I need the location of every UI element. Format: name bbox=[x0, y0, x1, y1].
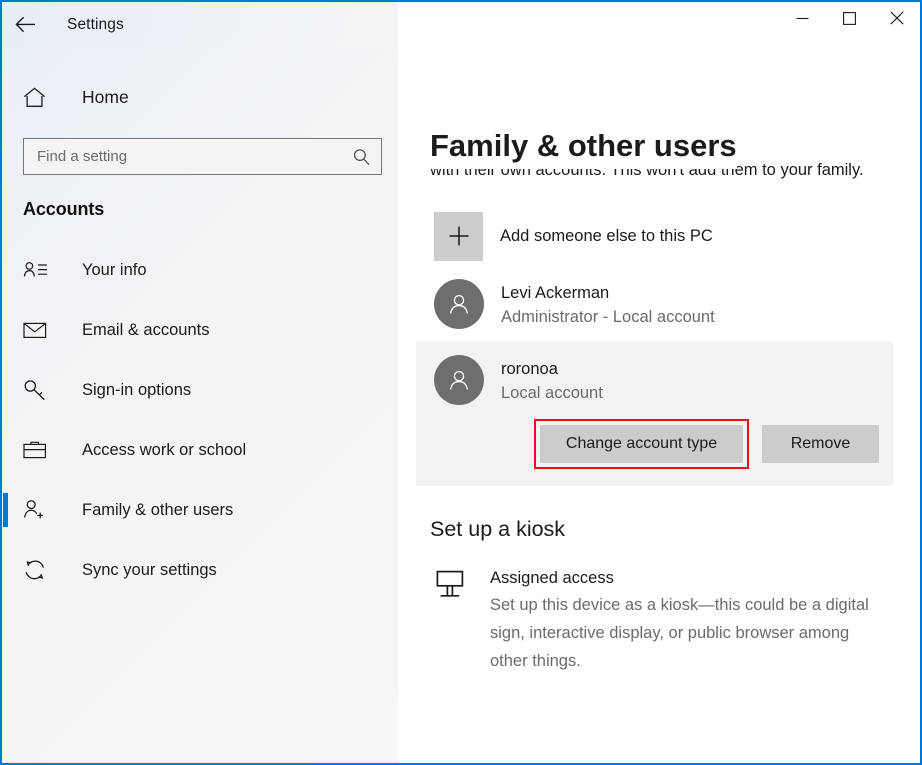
sidebar-item-label: Email & accounts bbox=[82, 321, 209, 340]
account-actions: Change account type Remove bbox=[416, 419, 893, 469]
plus-icon bbox=[434, 212, 483, 261]
sidebar: Home Accounts You bbox=[2, 47, 398, 763]
sidebar-item-label: Your info bbox=[82, 261, 147, 280]
content-body: Add someone else to this PC Levi Ackerma… bbox=[398, 205, 920, 675]
search-icon[interactable] bbox=[353, 148, 370, 165]
home-label: Home bbox=[82, 87, 129, 108]
minimize-icon bbox=[796, 13, 809, 24]
back-button[interactable] bbox=[2, 2, 48, 47]
assigned-access-text: Assigned access Set up this device as a … bbox=[490, 566, 890, 675]
account-row-levi[interactable]: Levi Ackerman Administrator - Local acco… bbox=[398, 267, 920, 330]
title-bar-left: Settings bbox=[2, 2, 398, 47]
kiosk-section-heading: Set up a kiosk bbox=[430, 517, 920, 542]
minimize-button[interactable] bbox=[779, 2, 826, 34]
account-info: roronoa Local account bbox=[501, 355, 603, 406]
sync-icon bbox=[23, 559, 57, 581]
title-bar: Settings bbox=[2, 2, 920, 47]
sidebar-item-sign-in-options[interactable]: Sign-in options bbox=[2, 360, 398, 420]
account-detail: Administrator - Local account bbox=[501, 305, 715, 330]
remove-account-button[interactable]: Remove bbox=[762, 425, 879, 463]
settings-window: Settings bbox=[0, 0, 922, 765]
search-box[interactable] bbox=[23, 138, 382, 175]
account-name: Levi Ackerman bbox=[501, 282, 715, 305]
sidebar-item-sync-your-settings[interactable]: Sync your settings bbox=[2, 540, 398, 600]
sidebar-item-family-other-users[interactable]: Family & other users bbox=[2, 480, 398, 540]
sidebar-item-email-accounts[interactable]: Email & accounts bbox=[2, 300, 398, 360]
home-icon bbox=[23, 87, 57, 108]
maximize-icon bbox=[843, 12, 856, 25]
account-row-roronoa-selected[interactable]: roronoa Local account Change account typ… bbox=[416, 342, 893, 486]
sidebar-item-home[interactable]: Home bbox=[2, 75, 398, 119]
main-content: with their own accounts. This won't add … bbox=[398, 47, 920, 763]
kiosk-display-icon bbox=[434, 566, 478, 601]
envelope-icon bbox=[23, 321, 57, 339]
person-avatar-icon bbox=[434, 355, 484, 405]
change-account-type-highlight: Change account type bbox=[534, 419, 749, 469]
page-title: Family & other users bbox=[430, 126, 737, 169]
sidebar-item-label: Sign-in options bbox=[82, 381, 191, 400]
key-icon bbox=[23, 379, 57, 401]
sidebar-item-your-info[interactable]: Your info bbox=[2, 240, 398, 300]
account-detail: Local account bbox=[501, 381, 603, 406]
account-info: Levi Ackerman Administrator - Local acco… bbox=[501, 279, 715, 330]
search-input[interactable] bbox=[24, 139, 381, 174]
sidebar-section-heading: Accounts bbox=[23, 199, 398, 220]
sidebar-item-access-work-school[interactable]: Access work or school bbox=[2, 420, 398, 480]
sidebar-nav-list: Your info Email & accounts bbox=[2, 240, 398, 600]
assigned-access-item[interactable]: Assigned access Set up this device as a … bbox=[398, 566, 920, 675]
add-someone-else-label: Add someone else to this PC bbox=[500, 227, 713, 246]
back-arrow-icon bbox=[15, 16, 36, 33]
window-controls bbox=[398, 2, 920, 47]
close-icon bbox=[890, 11, 904, 25]
sidebar-item-label: Family & other users bbox=[82, 501, 233, 520]
briefcase-icon bbox=[23, 440, 57, 460]
person-avatar-icon bbox=[434, 279, 484, 329]
assigned-access-description: Set up this device as a kiosk—this could… bbox=[490, 591, 890, 675]
account-row[interactable]: roronoa Local account bbox=[416, 342, 893, 406]
person-card-icon bbox=[23, 260, 57, 280]
change-account-type-button[interactable]: Change account type bbox=[540, 425, 743, 463]
app-title: Settings bbox=[67, 16, 124, 34]
sidebar-item-label: Access work or school bbox=[82, 441, 246, 460]
maximize-button[interactable] bbox=[826, 2, 873, 34]
close-button[interactable] bbox=[873, 2, 920, 34]
assigned-access-title: Assigned access bbox=[490, 566, 890, 590]
add-someone-else-button[interactable]: Add someone else to this PC bbox=[398, 205, 920, 267]
sidebar-item-label: Sync your settings bbox=[82, 561, 217, 580]
person-add-icon bbox=[23, 499, 57, 521]
account-name: roronoa bbox=[501, 358, 603, 381]
